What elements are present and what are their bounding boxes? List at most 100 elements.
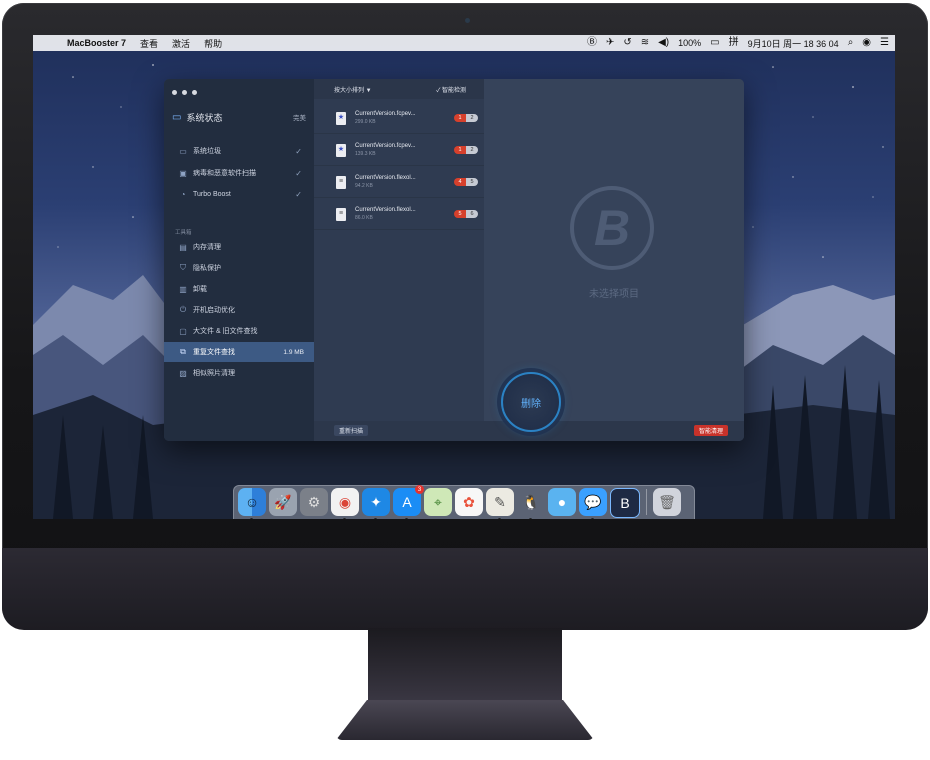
monitor-stand-neck: [368, 628, 562, 702]
check-icon: ✓: [295, 168, 302, 178]
privacy-shield-icon: ⛉: [180, 263, 186, 272]
camera: [465, 18, 470, 23]
no-selection-text: 未选择项目: [589, 289, 639, 300]
battery-icon[interactable]: ▭: [710, 38, 719, 48]
menu-clock[interactable]: 9月10日 周一 18 36 04: [748, 37, 839, 50]
memory-icon: ▤: [179, 242, 187, 252]
macbooster-dock-icon[interactable]: B: [610, 488, 640, 518]
photo-icon: ▨: [179, 368, 187, 378]
volume-icon[interactable]: ◀): [658, 38, 669, 48]
sidebar-item-uninstall[interactable]: ▥ 卸载: [164, 279, 314, 299]
box-icon: ▢: [179, 326, 187, 336]
file-name: CurrentVersion.flexol...: [355, 175, 416, 181]
chat-bird-icon[interactable]: ●: [548, 488, 576, 516]
qq-icon[interactable]: 🐧: [517, 488, 545, 519]
chrome-icon[interactable]: ◉: [331, 488, 359, 519]
sidebar-item-duplicates[interactable]: ⧉ 重复文件查找 1.9 MB: [164, 342, 314, 362]
minimize-button[interactable]: [182, 90, 187, 95]
sidebar-item-startup[interactable]: ⏻ 开机启动优化: [164, 300, 314, 320]
menu-view[interactable]: 查看: [140, 37, 158, 50]
file-name: CurrentVersion.fcpev...: [355, 111, 416, 117]
smart-detect-checkbox[interactable]: ✓ 智能检测: [436, 85, 466, 94]
sidebar-item-label: Turbo Boost: [193, 190, 231, 198]
running-indicator: [529, 518, 532, 519]
safari-icon[interactable]: ✦: [362, 488, 390, 519]
file-size: 94.2 KB: [355, 183, 373, 189]
file-size: 139.3 KB: [355, 151, 376, 157]
running-indicator: [591, 518, 594, 519]
rescan-button[interactable]: 重新扫描: [334, 425, 369, 436]
toolbox-section-title: 工具箱: [175, 230, 192, 236]
macbooster-logo-icon: B: [570, 186, 654, 270]
sidebar-item-label: 内存清理: [193, 244, 221, 251]
file-row[interactable]: ★ CurrentVersion.fcpev... 299.0 KB 12: [314, 103, 484, 134]
finder-icon[interactable]: ☺: [238, 488, 266, 519]
file-icon: ★: [336, 143, 346, 157]
system-preferences-icon[interactable]: ⚙: [300, 488, 328, 516]
running-indicator: [374, 518, 377, 519]
file-row[interactable]: ≡ CurrentVersion.flexol... 86.0 KB 56: [314, 199, 484, 230]
notification-center-icon[interactable]: ☰: [880, 38, 889, 48]
photos-icon[interactable]: ✿: [455, 488, 483, 516]
duplicate-count-badge: 56: [454, 210, 478, 218]
file-name: CurrentVersion.flexol...: [355, 207, 416, 213]
file-row[interactable]: ★ CurrentVersion.fcpev... 139.3 KB 12: [314, 135, 484, 166]
file-row[interactable]: ≡ CurrentVersion.flexol... 94.2 KB 45: [314, 167, 484, 198]
battery-percent: 100%: [678, 38, 702, 48]
sidebar-item-label: 隐私保护: [193, 265, 221, 272]
time-machine-icon[interactable]: ↺: [623, 38, 631, 48]
smart-clean-button[interactable]: 智能清理: [693, 425, 728, 436]
delete-button[interactable]: 删除: [501, 372, 561, 432]
sidebar-item-large-files[interactable]: ▢ 大文件 & 旧文件查找: [164, 321, 314, 341]
window-controls: [172, 90, 197, 95]
file-list-panel: 按大小排列 ▼ ✓ 智能检测 ★ CurrentVersion.fcpev...…: [314, 79, 484, 421]
shield-scan-icon: ▣: [179, 168, 187, 178]
duplicate-count-badge: 12: [454, 114, 478, 122]
power-icon: ⏻: [179, 305, 187, 314]
siri-icon[interactable]: ◉: [862, 38, 871, 48]
trash-icon[interactable]: 🗑: [653, 488, 681, 516]
running-indicator: [498, 518, 501, 519]
launchpad-icon[interactable]: 🚀: [269, 488, 297, 516]
maps-icon[interactable]: ⌖: [424, 488, 452, 516]
running-indicator: [405, 518, 408, 519]
menu-activate[interactable]: 激活: [172, 37, 190, 50]
dock: ☺ 🚀 ⚙ ◉ ✦ A3 ⌖ ✿ ✎ 🐧 ● 💬 B 🗑: [233, 485, 695, 519]
sidebar-item-label: 卸载: [193, 286, 207, 293]
sidebar-item-label: 病毒和恶意软件扫描: [193, 170, 256, 177]
system-status-header[interactable]: ▭ 系统状态 完美: [172, 109, 306, 125]
zoom-button[interactable]: [192, 90, 197, 95]
menu-bar-status: Ⓑ ✈ ↺ ≋ ◀) 100% ▭ 拼 9月10日 周一 18 36 04 ⌕ …: [587, 35, 889, 51]
system-status-label: 系统状态: [186, 112, 223, 123]
wifi-icon[interactable]: ≋: [641, 38, 649, 48]
duplicates-size: 1.9 MB: [283, 348, 304, 356]
sidebar-item-turbo-boost[interactable]: ◔ Turbo Boost ✓: [164, 184, 314, 204]
sidebar-item-similar-photos[interactable]: ▨ 相似照片清理: [164, 363, 314, 383]
input-method-icon[interactable]: 拼: [729, 38, 739, 48]
sidebar-item-system-junk[interactable]: ▭ 系统垃圾 ✓: [164, 141, 314, 161]
sidebar-item-memory-clean[interactable]: ▤ 内存清理: [164, 237, 314, 257]
trash-icon: ▥: [179, 284, 187, 294]
plane-icon[interactable]: ✈: [606, 38, 614, 48]
list-toolbar: 按大小排列 ▼ ✓ 智能检测: [314, 79, 484, 99]
macbooster-window: ▭ 系统状态 完美 ▭ 系统垃圾 ✓ ▣ 病毒和恶意软件扫描 ✓ ◔ Turbo…: [164, 79, 744, 441]
menu-help[interactable]: 帮助: [204, 37, 222, 50]
file-name: CurrentVersion.fcpev...: [355, 143, 416, 149]
detail-panel: B 未选择项目: [484, 79, 744, 421]
system-status-value: 完美: [293, 115, 306, 122]
spotlight-icon[interactable]: ⌕: [848, 38, 854, 48]
macbooster-menu-icon[interactable]: Ⓑ: [587, 38, 597, 48]
rocket-icon: ◔: [180, 189, 186, 199]
sidebar-item-label: 开机启动优化: [193, 307, 235, 314]
check-icon: ✓: [295, 146, 302, 156]
duplicate-count-badge: 12: [454, 146, 478, 154]
sidebar-item-privacy[interactable]: ⛉ 隐私保护: [164, 258, 314, 278]
close-button[interactable]: [172, 90, 177, 95]
menu-app-name[interactable]: MacBooster 7: [67, 38, 126, 48]
duplicate-icon: ⧉: [180, 347, 186, 356]
sidebar-item-virus-scan[interactable]: ▣ 病毒和恶意软件扫描 ✓: [164, 163, 314, 183]
sort-dropdown[interactable]: 按大小排列 ▼: [334, 85, 372, 94]
messages-icon[interactable]: 💬: [579, 488, 607, 519]
app-store-icon[interactable]: A3: [393, 485, 424, 519]
notes-icon[interactable]: ✎: [486, 488, 514, 519]
